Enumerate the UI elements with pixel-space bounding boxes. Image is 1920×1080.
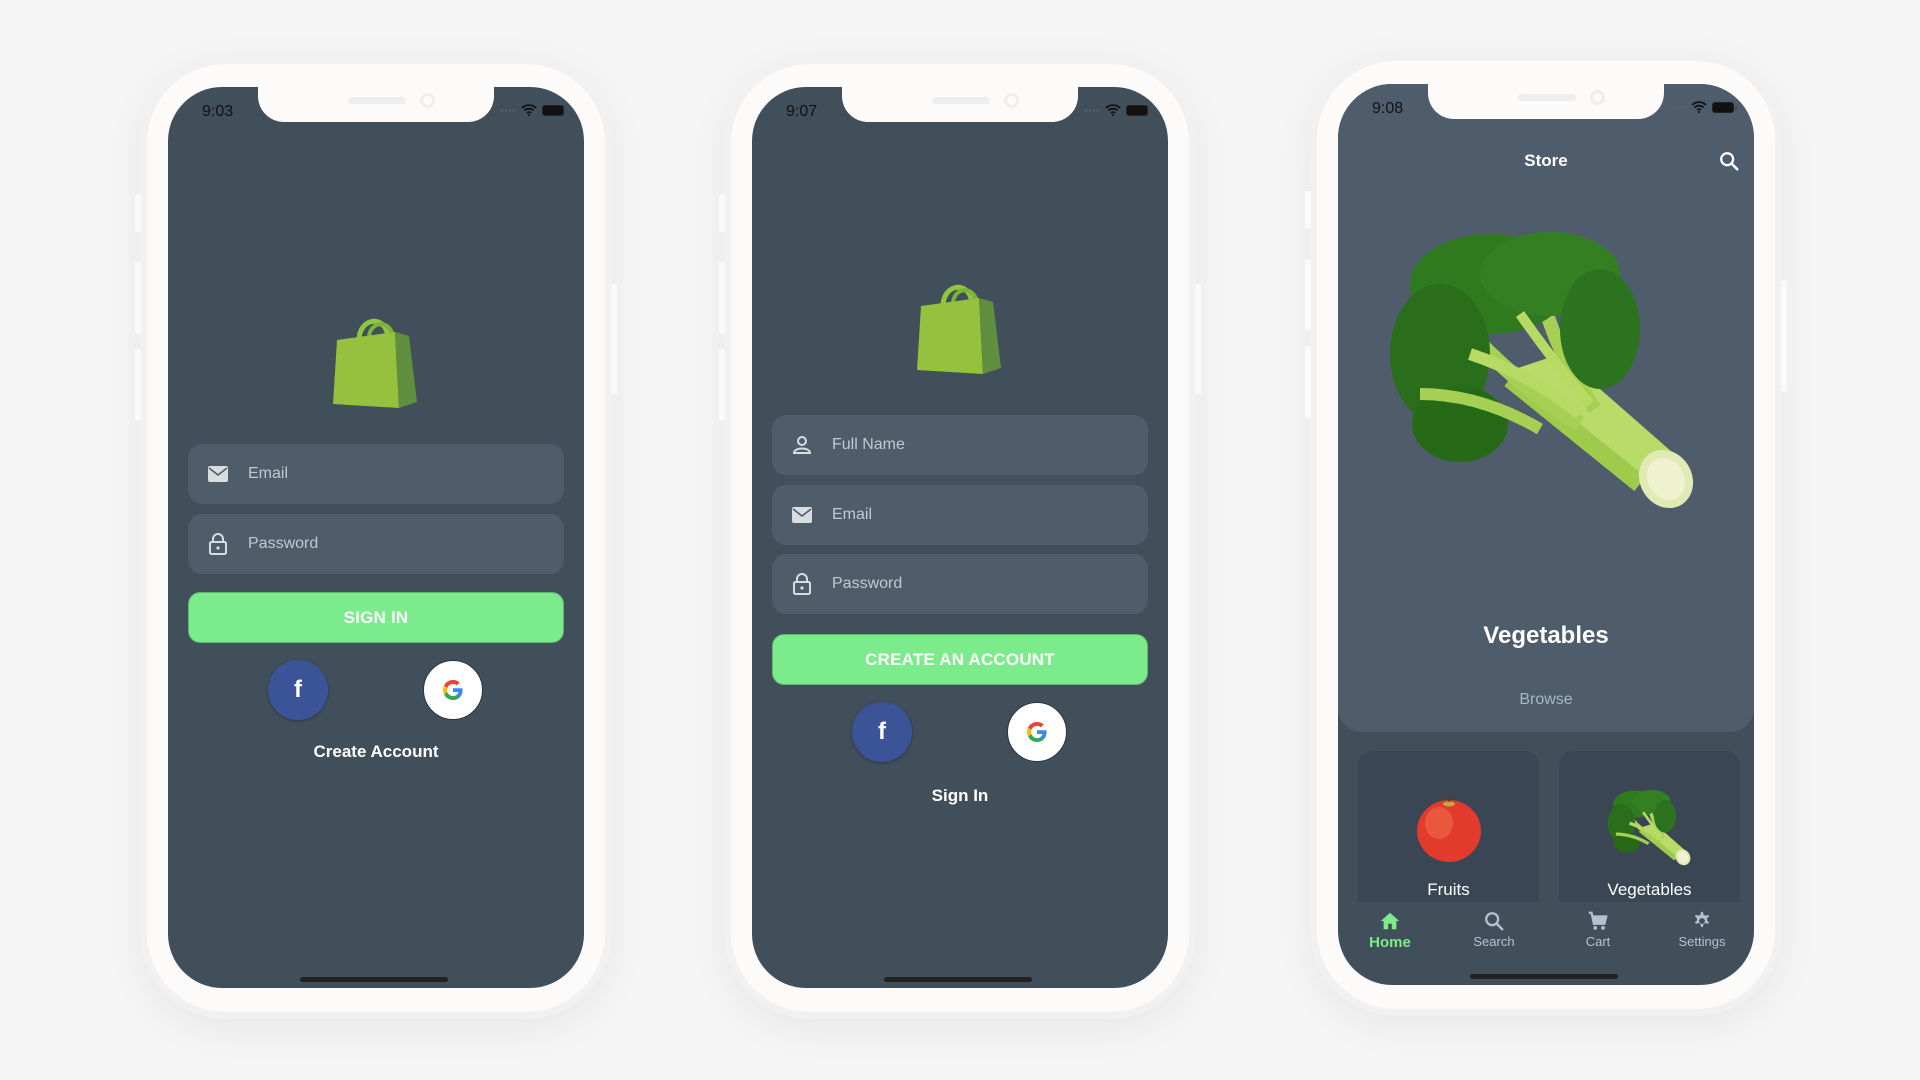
- side-button: [135, 262, 141, 334]
- side-button: [1195, 284, 1201, 394]
- battery-icon: [1712, 101, 1737, 113]
- gear-icon: [1691, 910, 1713, 932]
- nav-item-home[interactable]: Home: [1338, 902, 1442, 962]
- shopping-bag-logo: [329, 312, 419, 412]
- email-input[interactable]: [832, 506, 1112, 524]
- google-login-button[interactable]: [423, 660, 483, 720]
- speaker: [1518, 94, 1576, 101]
- category-card-vegetables[interactable]: Vegetables: [1559, 751, 1740, 902]
- sign-in-screen: 9:03 •••• SIGN IN f Create Account: [168, 87, 584, 988]
- side-button: [719, 194, 725, 232]
- notch: [258, 87, 494, 122]
- google-icon: [441, 678, 465, 702]
- facebook-icon: f: [878, 718, 886, 745]
- facebook-icon: f: [294, 676, 302, 703]
- home-icon: [1379, 910, 1401, 932]
- wifi-icon: [1691, 101, 1707, 113]
- nav-item-cart[interactable]: Cart: [1546, 902, 1650, 962]
- bottom-nav: Home Search Cart Settings: [1338, 902, 1754, 962]
- sign-in-button[interactable]: SIGN IN: [188, 592, 564, 643]
- create-account-screen: 9:07 •••• CREATE AN ACCOUNT f Sign In: [752, 87, 1168, 988]
- page-title: Store: [1524, 151, 1568, 170]
- home-indicator: [1470, 974, 1618, 979]
- phone-store: Store Vegetables Browse 9:08 •••• Fruits…: [1305, 54, 1787, 1016]
- camera: [1590, 90, 1605, 105]
- full-name-input[interactable]: [832, 436, 1112, 454]
- lock-icon: [208, 532, 228, 556]
- category-card-fruits[interactable]: Fruits: [1358, 751, 1539, 902]
- side-button: [1781, 281, 1787, 391]
- email-field[interactable]: [188, 444, 564, 504]
- notch: [842, 87, 1078, 122]
- shopping-bag-logo: [913, 278, 1003, 378]
- password-field[interactable]: [188, 514, 564, 574]
- create-account-button[interactable]: CREATE AN ACCOUNT: [772, 634, 1148, 685]
- hero-card[interactable]: Store Vegetables Browse: [1338, 84, 1754, 732]
- facebook-login-button[interactable]: f: [268, 660, 328, 720]
- nav-item-settings[interactable]: Settings: [1650, 902, 1754, 962]
- broccoli-image: [1380, 224, 1710, 534]
- full-name-field[interactable]: [772, 415, 1148, 475]
- password-input[interactable]: [832, 575, 1112, 593]
- status-time: 9:03: [202, 103, 234, 120]
- speaker: [348, 97, 406, 104]
- email-input[interactable]: [248, 465, 528, 483]
- nav-label: Cart: [1585, 934, 1611, 949]
- side-button: [719, 262, 725, 334]
- google-login-button[interactable]: [1007, 702, 1067, 762]
- nav-label: Search: [1473, 934, 1515, 949]
- google-icon: [1025, 720, 1049, 744]
- battery-icon: [1126, 104, 1151, 116]
- side-button: [1305, 346, 1311, 418]
- battery-icon: [542, 104, 567, 116]
- category-label: Fruits: [1427, 880, 1470, 899]
- side-button: [1305, 259, 1311, 331]
- camera: [1004, 93, 1019, 108]
- signal-icon: ••••: [1670, 102, 1686, 112]
- side-button: [611, 284, 617, 394]
- lock-icon: [792, 572, 812, 596]
- signal-icon: ••••: [1084, 105, 1100, 115]
- status-icons: ••••: [500, 104, 567, 116]
- side-button: [1305, 191, 1311, 229]
- password-input[interactable]: [248, 535, 528, 553]
- hero-title: Vegetables: [1483, 622, 1609, 649]
- camera: [420, 93, 435, 108]
- facebook-login-button[interactable]: f: [852, 702, 912, 762]
- nav-item-search[interactable]: Search: [1442, 902, 1546, 962]
- mail-icon: [791, 506, 813, 524]
- nav-label: Settings: [1678, 934, 1726, 949]
- password-field[interactable]: [772, 554, 1148, 614]
- notch: [1428, 84, 1664, 119]
- status-icons: ••••: [1670, 101, 1737, 113]
- create-account-link[interactable]: Create Account: [168, 742, 584, 762]
- side-button: [135, 194, 141, 232]
- wifi-icon: [521, 104, 537, 116]
- side-button: [719, 349, 725, 421]
- phone-sign-in: 9:03 •••• SIGN IN f Create Account: [135, 57, 617, 1019]
- browse-button[interactable]: Browse: [1338, 691, 1754, 709]
- home-indicator: [300, 977, 448, 982]
- signal-icon: ••••: [500, 105, 516, 115]
- search-icon[interactable]: [1718, 150, 1740, 172]
- wifi-icon: [1105, 104, 1121, 116]
- nav-label: Home: [1369, 934, 1411, 951]
- store-screen: Store Vegetables Browse 9:08 •••• Fruits…: [1338, 84, 1754, 985]
- person-icon: [792, 435, 812, 455]
- apple-image: [1409, 787, 1489, 867]
- status-icons: ••••: [1084, 104, 1151, 116]
- category-label: Vegetables: [1607, 880, 1692, 899]
- status-time: 9:07: [786, 103, 818, 120]
- cart-icon: [1587, 910, 1609, 932]
- speaker: [932, 97, 990, 104]
- broccoli-image: [1605, 787, 1695, 873]
- status-time: 9:08: [1372, 100, 1404, 117]
- phone-create-account: 9:07 •••• CREATE AN ACCOUNT f Sign In: [719, 57, 1201, 1019]
- side-button: [135, 349, 141, 421]
- mail-icon: [207, 465, 229, 483]
- sign-in-link[interactable]: Sign In: [752, 786, 1168, 806]
- search-icon: [1483, 910, 1505, 932]
- home-indicator: [884, 977, 1032, 982]
- email-field[interactable]: [772, 485, 1148, 545]
